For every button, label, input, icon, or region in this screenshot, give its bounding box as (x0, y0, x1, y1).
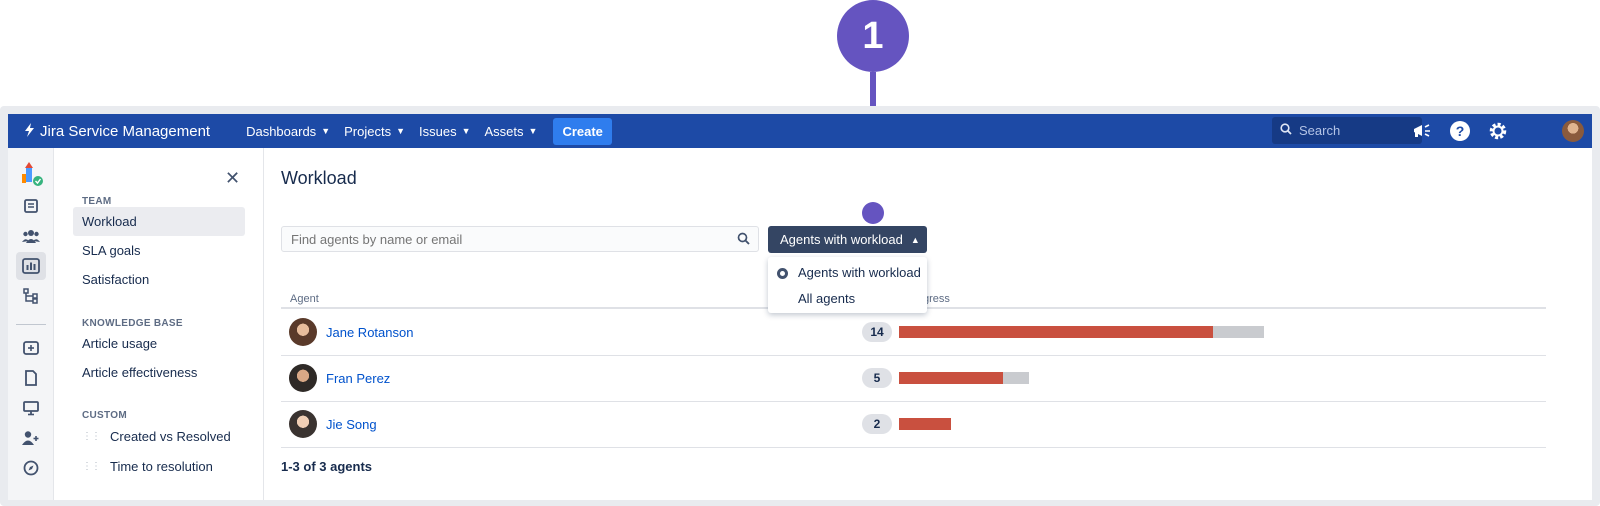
workload-progress-bar (899, 326, 1264, 338)
sidebar-item-article-effectiveness[interactable]: Article effectiveness (73, 358, 245, 387)
create-button[interactable]: Create (553, 117, 612, 145)
progress-fill (899, 418, 952, 430)
workload-progress-bar (899, 372, 1030, 384)
menu-item-all-agents[interactable]: All agents (798, 291, 855, 306)
section-label-team: TEAM (82, 196, 112, 207)
nav-menu-label: Dashboards (246, 123, 317, 139)
sidebar-item-article-usage[interactable]: Article usage (73, 329, 245, 358)
nav-menus: Dashboards ▼ Projects ▼ Issues ▼ Assets ▼ Cr… (246, 117, 612, 145)
compass-icon[interactable] (21, 458, 41, 478)
gear-icon[interactable] (1486, 119, 1510, 143)
global-search-input[interactable]: Search (1272, 117, 1422, 144)
drag-handle-icon[interactable]: ⋮⋮ (82, 461, 101, 472)
project-icon-rail (8, 148, 54, 500)
nav-menu-assets[interactable]: Assets ▼ (485, 124, 538, 139)
drag-handle-icon[interactable]: ⋮⋮ (82, 431, 101, 442)
reports-side-panel: ✕ TEAM Workload SLA goals Satisfaction K… (55, 148, 264, 500)
workload-count-badge: 5 (862, 368, 892, 388)
agents-filter-menu: Agents with workload All agents (768, 257, 927, 313)
chevron-down-icon: ▼ (321, 126, 331, 136)
agent-avatar (289, 364, 317, 392)
nav-menu-label: Assets (484, 123, 524, 139)
progress-fill (899, 372, 1004, 384)
nav-menu-issues[interactable]: Issues ▼ (419, 124, 471, 139)
nav-menu-projects[interactable]: Projects ▼ (344, 124, 405, 139)
section-label-knowledge-base: KNOWLEDGE BASE (82, 318, 183, 329)
agent-avatar (289, 318, 317, 346)
callout-number-badge: 1 (837, 0, 909, 72)
sidebar-item-label: Created vs Resolved (110, 429, 231, 444)
agent-name-link[interactable]: Jie Song (326, 417, 377, 432)
callout-pointer-dot (862, 202, 884, 224)
page-icon[interactable] (21, 368, 41, 388)
section-label-custom: CUSTOM (82, 410, 127, 421)
sidebar-item-label: Time to resolution (110, 459, 213, 474)
column-header-progress: gress (923, 293, 950, 305)
workload-report: Workload Agents with workload ▲ Agents w… (265, 148, 1592, 500)
search-icon[interactable] (737, 232, 750, 248)
app-window: Jira Service Management Dashboards ▼ Proj… (8, 114, 1592, 500)
megaphone-icon[interactable] (1410, 119, 1434, 143)
chevron-down-icon: ▼ (461, 126, 471, 136)
workload-count-badge: 14 (862, 322, 892, 342)
row-divider (281, 401, 1546, 402)
agents-filter-dropdown-button[interactable]: Agents with workload ▲ (768, 226, 927, 253)
row-divider (281, 447, 1546, 448)
radio-selected-icon[interactable] (777, 268, 788, 279)
reports-chart-icon[interactable] (21, 256, 41, 276)
chevron-up-icon: ▲ (910, 234, 920, 245)
sidebar-item-satisfaction[interactable]: Satisfaction (73, 265, 245, 294)
progress-fill (899, 326, 1213, 338)
pagination-count: 1-3 of 3 agents (281, 459, 373, 474)
agent-name-link[interactable]: Fran Perez (326, 371, 390, 386)
queues-icon[interactable] (21, 196, 41, 216)
find-agents-input[interactable] (281, 226, 759, 252)
project-logo-icon[interactable] (20, 160, 44, 188)
search-placeholder: Search (1299, 123, 1341, 138)
sidebar-item-created-vs-resolved[interactable]: ⋮⋮ Created vs Resolved (73, 422, 245, 451)
top-navigation-bar: Jira Service Management Dashboards ▼ Proj… (8, 114, 1592, 148)
workload-count-badge: 2 (862, 414, 892, 434)
customers-icon[interactable] (21, 226, 41, 246)
product-logo[interactable]: Jira Service Management (24, 122, 211, 140)
column-header-agent: Agent (290, 293, 319, 305)
add-person-icon[interactable] (21, 428, 41, 448)
monitor-icon[interactable] (21, 398, 41, 418)
sidebar-item-sla-goals[interactable]: SLA goals (73, 236, 245, 265)
menu-item-agents-with-workload[interactable]: Agents with workload (798, 265, 921, 280)
agent-avatar (289, 410, 317, 438)
nav-menu-label: Projects (344, 123, 392, 139)
workload-progress-bar (899, 418, 952, 430)
page-title: Workload (281, 168, 357, 188)
nav-menu-dashboards[interactable]: Dashboards ▼ (246, 124, 330, 139)
chevron-down-icon: ▼ (528, 126, 538, 136)
bolt-icon (24, 122, 35, 140)
rail-divider (16, 324, 46, 325)
product-name: Jira Service Management (40, 122, 211, 140)
chevron-down-icon: ▼ (396, 126, 405, 136)
add-item-icon[interactable] (21, 338, 41, 358)
close-icon[interactable]: ✕ (225, 168, 240, 189)
row-divider (281, 355, 1546, 356)
sidebar-item-workload[interactable]: Workload (73, 207, 245, 236)
sidebar-item-time-to-resolution[interactable]: ⋮⋮ Time to resolution (73, 452, 245, 481)
help-icon[interactable]: ? (1450, 121, 1470, 141)
workflow-tree-icon[interactable] (21, 286, 41, 306)
search-icon (1280, 123, 1292, 138)
nav-menu-label: Issues (419, 123, 457, 139)
filter-label: Agents with workload (780, 232, 903, 247)
user-avatar[interactable] (1562, 120, 1584, 142)
agent-name-link[interactable]: Jane Rotanson (326, 325, 413, 340)
